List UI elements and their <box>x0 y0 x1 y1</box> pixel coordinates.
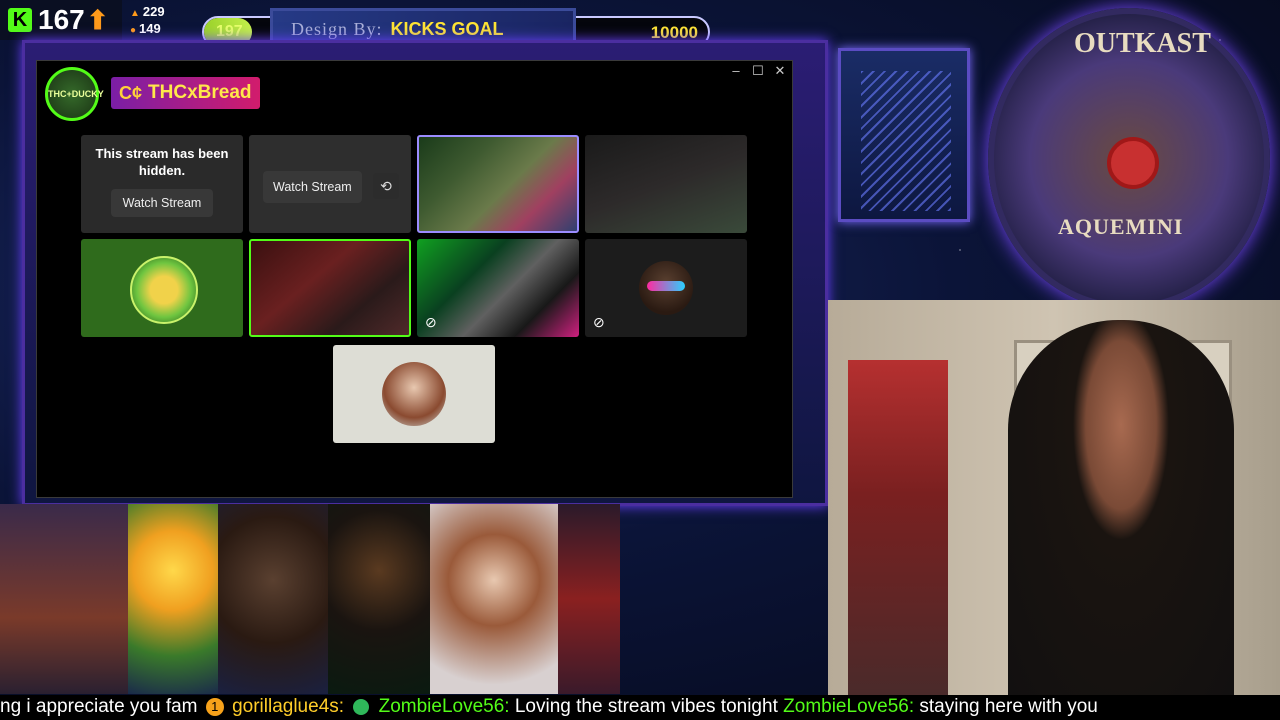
close-icon[interactable]: ✕ <box>772 63 788 79</box>
kick-count: 167 <box>38 4 85 35</box>
streamer <box>1008 320 1234 695</box>
stream-tile-person[interactable] <box>333 345 495 443</box>
muted-eye-icon[interactable]: ⊘ <box>593 314 605 331</box>
mini-stat-2: 149 <box>139 21 161 36</box>
decor-panel <box>838 48 970 222</box>
muted-eye-icon[interactable]: ⊘ <box>425 314 437 331</box>
stream-tile-paused: Watch Stream ⟲ <box>249 135 411 233</box>
hidden-stream-text: This stream has been hidden. <box>95 146 229 178</box>
record-center <box>1107 137 1159 189</box>
channel-logo[interactable]: THC+DUCKY <box>45 67 104 121</box>
person-icon: ● <box>130 25 137 36</box>
channel-name: THCxBread <box>148 82 252 103</box>
viewer-counter: K 167 ⬆ <box>0 0 122 40</box>
goal-label: KICKS GOAL <box>390 18 504 39</box>
multistream-window: – ☐ ✕ THC+DUCKY C¢ THCxBread This stream… <box>36 60 793 498</box>
goal-design-credit: Design By: <box>291 18 383 39</box>
ticker-user-1: gorillaglue4s: <box>232 696 345 717</box>
stream-tile-avatar[interactable] <box>81 239 243 337</box>
record-subtitle: AQUEMINI <box>1058 214 1184 239</box>
stream-tile-4[interactable] <box>585 135 747 233</box>
duck-avatar <box>128 504 218 694</box>
watch-stream-button[interactable]: Watch Stream <box>110 189 214 217</box>
stream-tile-ape[interactable]: ⊘ <box>585 239 747 337</box>
minimize-icon[interactable]: – <box>728 63 744 79</box>
ape-avatar <box>639 261 693 315</box>
up-arrow-icon: ⬆ <box>86 4 109 35</box>
channel-name-banner[interactable]: C¢ THCxBread <box>111 77 260 109</box>
kick-logo-icon: K <box>8 8 32 32</box>
ticker-user-2: ZombieLove56: <box>378 696 510 717</box>
ticker-message-2: Loving the stream vibes tonight <box>514 696 778 717</box>
mini-stats: ▲ 229 ● 149 <box>130 4 165 38</box>
mini-stat-1: 229 <box>142 4 165 19</box>
rapper-avatar <box>328 504 430 694</box>
avatar-strip <box>0 504 828 694</box>
stream-tile-hidden: This stream has been hidden. Watch Strea… <box>81 135 243 233</box>
samurai-avatar <box>558 504 620 694</box>
ticker-message-1: ng i appreciate you fam <box>0 696 198 717</box>
background-shelf <box>848 360 948 695</box>
watch-stream-button-2[interactable]: Watch Stream <box>263 171 362 203</box>
record-title: OUTKAST <box>1074 28 1211 59</box>
sub-badge-icon: 1 <box>205 697 224 716</box>
stream-tile-3[interactable] <box>417 135 579 233</box>
chat-ticker: ng i appreciate you fam 1 gorillaglue4s:… <box>0 695 1280 720</box>
album-record: OUTKAST AQUEMINI <box>988 8 1270 310</box>
person-avatar <box>382 362 446 426</box>
goal-current-value: 197 <box>216 23 243 40</box>
maximize-icon[interactable]: ☐ <box>750 63 766 79</box>
webcam-feed <box>828 300 1280 695</box>
woman-avatar <box>430 504 558 694</box>
dna-strand-icon <box>861 71 951 211</box>
zombie-badge-icon <box>353 698 370 715</box>
flame-icon: ▲ <box>130 8 140 19</box>
window-controls: – ☐ ✕ <box>728 63 788 79</box>
ticker-user-3: ZombieLove56: <box>783 696 915 717</box>
stream-tile-7[interactable]: ⊘ <box>417 239 579 337</box>
pepe-avatar <box>130 256 198 324</box>
reset-view-icon[interactable]: ⟲ <box>373 173 399 199</box>
ticker-message-3: staying here with you <box>919 696 1098 717</box>
ape-avatar-large <box>218 504 328 694</box>
bird-avatar <box>0 504 128 694</box>
stream-tile-6[interactable] <box>249 239 411 337</box>
channel-badge-icon: C¢ <box>119 82 143 103</box>
